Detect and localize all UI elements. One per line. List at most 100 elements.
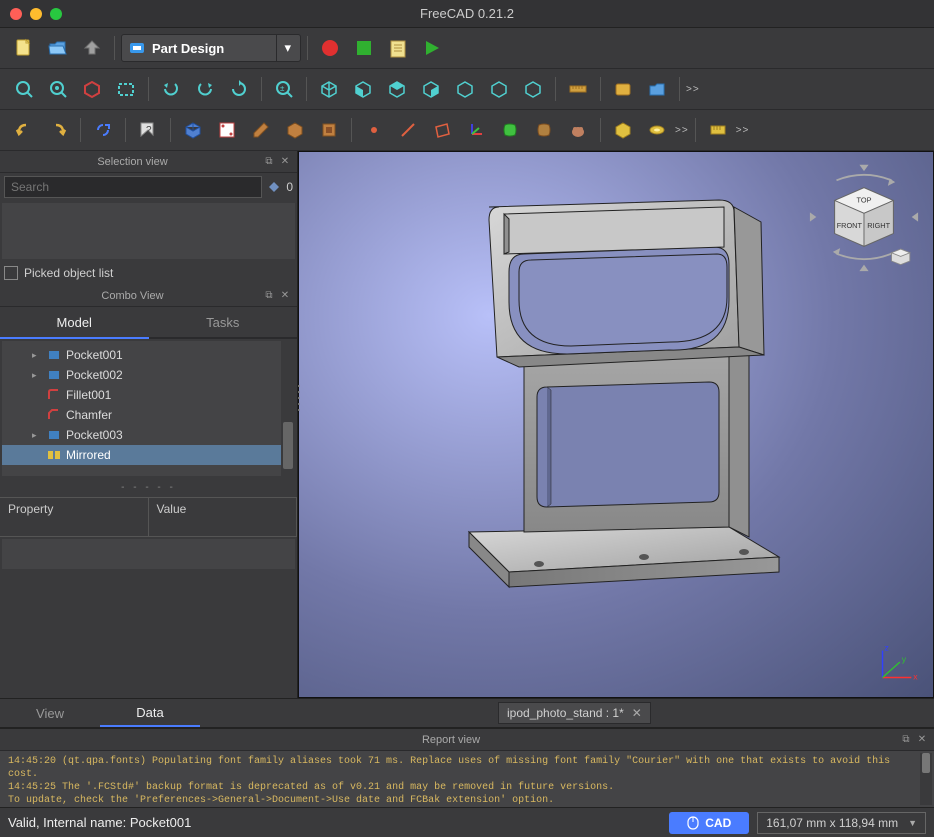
- svg-text:±: ±: [280, 84, 285, 93]
- edit-sketch-button[interactable]: [245, 114, 277, 146]
- isometric-view-button[interactable]: [313, 73, 345, 105]
- rear-view-button[interactable]: [449, 73, 481, 105]
- workbench-dropdown-arrow[interactable]: ▾: [276, 35, 298, 61]
- sub-shape-binder-button[interactable]: [528, 114, 560, 146]
- redo-alt-button[interactable]: [42, 114, 74, 146]
- top-view-button[interactable]: [381, 73, 413, 105]
- tree-item-selected: Mirrored: [2, 445, 295, 465]
- combo-view-close-button[interactable]: ✕: [277, 288, 293, 304]
- datum-plane-button[interactable]: [426, 114, 458, 146]
- macro-list-button[interactable]: [382, 32, 414, 64]
- toolbar-expand-icon[interactable]: >>: [686, 84, 700, 95]
- report-scrollbar[interactable]: [920, 753, 932, 805]
- macro-stop-button[interactable]: [348, 32, 380, 64]
- local-cs-button[interactable]: [460, 114, 492, 146]
- pocket-button[interactable]: [313, 114, 345, 146]
- splitter-handle[interactable]: - - - - -: [0, 478, 297, 497]
- link-button[interactable]: [87, 114, 119, 146]
- group-button[interactable]: [641, 73, 673, 105]
- bounding-box-button[interactable]: [110, 73, 142, 105]
- tree-scrollbar[interactable]: [281, 341, 295, 476]
- datum-point-button[interactable]: [358, 114, 390, 146]
- report-view-body[interactable]: 14:45:20 (qt.qpa.fonts) Populating font …: [0, 751, 934, 807]
- whats-this-button[interactable]: ?: [132, 114, 164, 146]
- dimensions-dropdown[interactable]: 161,07 mm x 118,94 mm ▼: [757, 812, 926, 834]
- create-body-button[interactable]: [177, 114, 209, 146]
- tree-label: Chamfer: [66, 408, 112, 422]
- fit-all-button[interactable]: [8, 73, 40, 105]
- revolution-button[interactable]: [641, 114, 673, 146]
- svg-text:z: z: [884, 643, 888, 653]
- part-button[interactable]: [607, 73, 639, 105]
- tab-model[interactable]: Model: [0, 307, 149, 339]
- undo-button[interactable]: [155, 73, 187, 105]
- window-close-button[interactable]: [10, 8, 22, 20]
- report-view-title: Report view: [4, 734, 898, 746]
- tree-item: ▸ Pocket002: [2, 365, 295, 385]
- macro-execute-button[interactable]: [416, 32, 448, 64]
- svg-text:?: ?: [146, 125, 152, 136]
- measure-distance-button[interactable]: [562, 73, 594, 105]
- selection-view-title: Selection view: [4, 156, 261, 168]
- left-panel: Selection view ⧉ ✕ 0 Picked object list …: [0, 151, 298, 698]
- tab-view[interactable]: View: [0, 699, 100, 727]
- new-document-button[interactable]: [8, 32, 40, 64]
- tree-label: Pocket003: [66, 428, 123, 442]
- toolbar3-expand-icon[interactable]: >>: [675, 125, 689, 136]
- combo-view-float-button[interactable]: ⧉: [261, 288, 277, 304]
- svg-text:TOP: TOP: [857, 195, 872, 204]
- toolbar3-expand2-icon[interactable]: >>: [736, 125, 750, 136]
- right-view-button[interactable]: [415, 73, 447, 105]
- selection-view-close-button[interactable]: ✕: [277, 154, 293, 170]
- model-tree[interactable]: ▸ Pocket001 ▸ Pocket002 Fillet001 Chamfe…: [2, 341, 295, 476]
- tree-item: Chamfer: [2, 405, 295, 425]
- selection-view-header: Selection view ⧉ ✕: [0, 151, 297, 173]
- report-view-float-button[interactable]: ⧉: [898, 732, 914, 748]
- redo-button[interactable]: [189, 73, 221, 105]
- open-document-button[interactable]: [42, 32, 74, 64]
- tab-tasks[interactable]: Tasks: [149, 307, 298, 337]
- report-view-header: Report view ⧉ ✕: [0, 729, 934, 751]
- pad-button[interactable]: [279, 114, 311, 146]
- datum-line-button[interactable]: [392, 114, 424, 146]
- navigation-cube[interactable]: TOP FRONT RIGHT: [809, 162, 919, 272]
- bottom-view-button[interactable]: [483, 73, 515, 105]
- report-view-close-button[interactable]: ✕: [914, 732, 930, 748]
- picked-list-checkbox[interactable]: [4, 266, 18, 280]
- front-view-button[interactable]: [347, 73, 379, 105]
- macro-record-button[interactable]: [314, 32, 346, 64]
- toolbar-row-1: Part Design ▾: [0, 28, 934, 69]
- undo-alt-button[interactable]: [8, 114, 40, 146]
- search-clear-icon[interactable]: [266, 179, 282, 195]
- draw-style-button[interactable]: [76, 73, 108, 105]
- workbench-label: Part Design: [152, 41, 224, 56]
- clone-button[interactable]: [562, 114, 594, 146]
- create-sketch-button[interactable]: [211, 114, 243, 146]
- 3d-viewport[interactable]: TOP FRONT RIGHT z x y: [298, 151, 934, 698]
- document-tab-close[interactable]: ✕: [632, 706, 642, 720]
- shape-binder-button[interactable]: [494, 114, 526, 146]
- save-document-button[interactable]: [76, 32, 108, 64]
- combo-tabs: Model Tasks: [0, 307, 297, 339]
- nav-style-button[interactable]: CAD: [669, 812, 749, 834]
- workbench-selector[interactable]: Part Design ▾: [121, 34, 301, 62]
- svg-text:RIGHT: RIGHT: [867, 221, 890, 230]
- tree-label: Pocket002: [66, 368, 123, 382]
- tree-item: ▸ Pocket001: [2, 345, 295, 365]
- window-maximize-button[interactable]: [50, 8, 62, 20]
- fit-selection-button[interactable]: [42, 73, 74, 105]
- selection-view-float-button[interactable]: ⧉: [261, 154, 277, 170]
- window-minimize-button[interactable]: [30, 8, 42, 20]
- sync-view-button[interactable]: ±: [268, 73, 300, 105]
- selection-count: 0: [286, 180, 293, 194]
- pad-feature-button[interactable]: [607, 114, 639, 146]
- left-view-button[interactable]: [517, 73, 549, 105]
- titlebar: FreeCAD 0.21.2: [0, 0, 934, 28]
- tab-data[interactable]: Data: [100, 699, 200, 727]
- tree-item: Fillet001: [2, 385, 295, 405]
- measure-linear-button[interactable]: [702, 114, 734, 146]
- selection-search-input[interactable]: [4, 176, 262, 198]
- refresh-button[interactable]: [223, 73, 255, 105]
- property-grid-header: Property Value: [0, 497, 297, 537]
- document-tab[interactable]: ipod_photo_stand : 1* ✕: [498, 702, 651, 724]
